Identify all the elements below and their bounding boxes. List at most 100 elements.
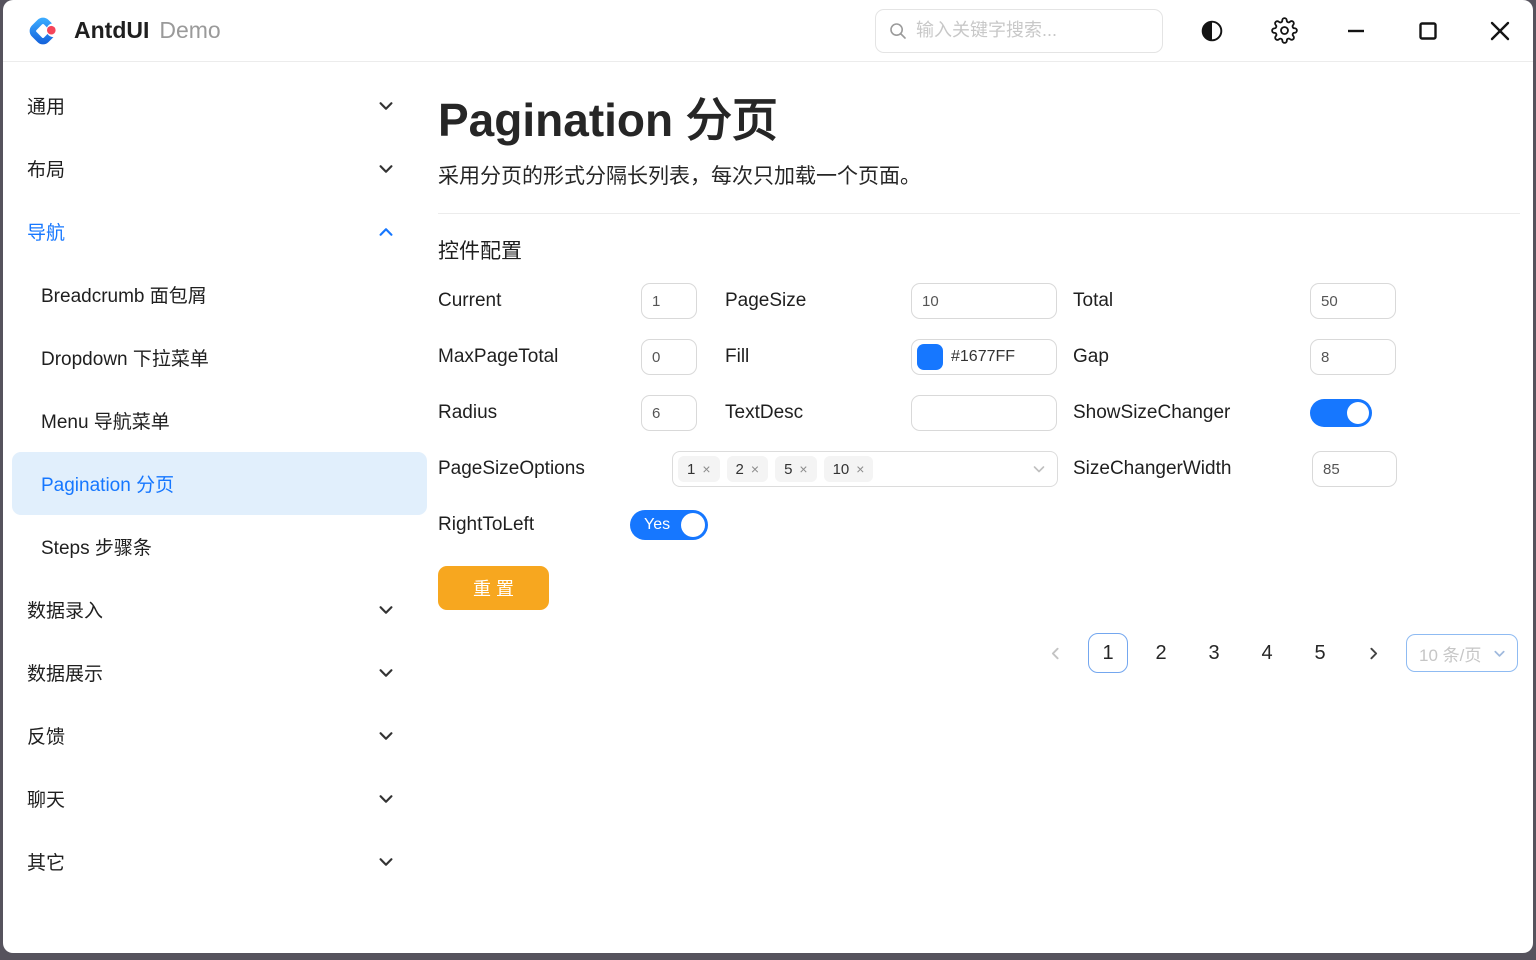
- page-size-select[interactable]: 10 条/页: [1406, 634, 1518, 672]
- total-input[interactable]: [1310, 283, 1396, 319]
- sidebar-item-steps[interactable]: Steps 步骤条: [12, 515, 427, 578]
- page-button-1[interactable]: 1: [1088, 633, 1128, 673]
- chevron-down-icon: [1031, 461, 1047, 477]
- sidebar-item-breadcrumb[interactable]: Breadcrumb 面包屑: [12, 263, 427, 326]
- radius-label: Radius: [438, 402, 641, 424]
- textdesc-input[interactable]: [911, 395, 1057, 431]
- minimize-button[interactable]: [1324, 7, 1388, 55]
- tag-remove-icon[interactable]: ×: [702, 461, 710, 477]
- sidebar-group-label: 通用: [27, 92, 65, 119]
- sidebar-item-pagination[interactable]: Pagination 分页: [12, 452, 427, 515]
- chevron-down-icon: [377, 160, 395, 178]
- page-button-3[interactable]: 3: [1194, 633, 1234, 673]
- sidebar-item-label: Pagination 分页: [41, 470, 174, 497]
- radius-input[interactable]: [641, 395, 697, 431]
- fill-label: Fill: [725, 346, 911, 368]
- reset-button[interactable]: 重 置: [438, 566, 549, 610]
- pagesize-input[interactable]: [911, 283, 1057, 319]
- toggle-state-text: Yes: [644, 516, 670, 534]
- close-button[interactable]: [1468, 7, 1532, 55]
- theme-toggle-button[interactable]: [1180, 7, 1244, 55]
- chevron-up-icon: [377, 223, 395, 241]
- total-label: Total: [1073, 290, 1310, 312]
- tag-label: 1: [687, 461, 695, 478]
- app-window: AntdUI Demo: [3, 0, 1533, 953]
- sidebar-item-label: Menu 导航菜单: [41, 407, 170, 434]
- current-input[interactable]: [641, 283, 697, 319]
- gap-input[interactable]: [1310, 339, 1396, 375]
- sidebar-group-label: 反馈: [27, 722, 65, 749]
- maxpagetotal-label: MaxPageTotal: [438, 346, 641, 368]
- pagesize-option-tag[interactable]: 10 ×: [824, 456, 874, 482]
- page-size-value: 10 条/页: [1419, 641, 1481, 666]
- sidebar-group-chat[interactable]: 聊天: [3, 767, 429, 830]
- maximize-icon: [1418, 21, 1438, 41]
- tag-remove-icon[interactable]: ×: [799, 461, 807, 477]
- toggle-knob: [681, 513, 705, 537]
- sidebar-group-data-entry[interactable]: 数据录入: [3, 578, 429, 641]
- tag-remove-icon[interactable]: ×: [856, 461, 864, 477]
- config-row: RightToLeft Yes: [438, 497, 1520, 553]
- sidebar-group-label: 其它: [27, 848, 65, 875]
- sidebar-group-label: 聊天: [27, 785, 65, 812]
- fill-color-field[interactable]: #1677FF: [911, 339, 1057, 375]
- sidebar-group-navigation[interactable]: 导航: [3, 200, 429, 263]
- sidebar-group-label: 布局: [27, 155, 65, 182]
- maxpagetotal-input[interactable]: [641, 339, 697, 375]
- config-row: MaxPageTotal Fill #1677FF Gap: [438, 329, 1520, 385]
- chevron-down-icon: [1492, 646, 1507, 661]
- page-button-5[interactable]: 5: [1300, 633, 1340, 673]
- search-input[interactable]: [916, 20, 1150, 41]
- tag-label: 2: [736, 461, 744, 478]
- sidebar-group-feedback[interactable]: 反馈: [3, 704, 429, 767]
- gear-icon: [1271, 17, 1298, 44]
- sidebar-group-data-display[interactable]: 数据展示: [3, 641, 429, 704]
- sizechangerwidth-input[interactable]: [1312, 451, 1397, 487]
- config-row: PageSizeOptions 1 × 2 × 5 ×: [438, 441, 1520, 497]
- chevron-down-icon: [377, 727, 395, 745]
- config-row: Radius TextDesc ShowSizeChanger: [438, 385, 1520, 441]
- sidebar-group-other[interactable]: 其它: [3, 830, 429, 893]
- search-box[interactable]: [875, 9, 1163, 53]
- page-button-4[interactable]: 4: [1247, 633, 1287, 673]
- app-logo-icon: [25, 13, 61, 49]
- sidebar-item-label: Breadcrumb 面包屑: [41, 281, 207, 308]
- sidebar-item-label: Steps 步骤条: [41, 533, 152, 560]
- current-label: Current: [438, 290, 641, 312]
- config-row: Current PageSize Total: [438, 273, 1520, 329]
- sidebar-group-label: 数据录入: [27, 596, 103, 623]
- tag-remove-icon[interactable]: ×: [751, 461, 759, 477]
- sidebar-item-menu[interactable]: Menu 导航菜单: [12, 389, 427, 452]
- sidebar-group-general[interactable]: 通用: [3, 74, 429, 137]
- sidebar-item-label: Dropdown 下拉菜单: [41, 344, 209, 371]
- page-title: Pagination 分页: [438, 84, 1520, 150]
- pagesize-option-tag[interactable]: 1 ×: [678, 456, 720, 482]
- settings-button[interactable]: [1252, 7, 1316, 55]
- textdesc-label: TextDesc: [725, 402, 911, 424]
- config-panel: Current PageSize Total MaxPageTotal Fill…: [438, 273, 1520, 553]
- chevron-down-icon: [377, 790, 395, 808]
- app-subtitle: Demo: [159, 17, 220, 44]
- maximize-button[interactable]: [1396, 7, 1460, 55]
- color-swatch: [917, 344, 943, 370]
- sidebar-group-layout[interactable]: 布局: [3, 137, 429, 200]
- sidebar-item-dropdown[interactable]: Dropdown 下拉菜单: [12, 326, 427, 389]
- pagesize-label: PageSize: [725, 290, 911, 312]
- tag-label: 5: [784, 461, 792, 478]
- next-page-button[interactable]: [1353, 633, 1393, 673]
- pagesizeoptions-select[interactable]: 1 × 2 × 5 × 10 ×: [672, 451, 1058, 487]
- prev-page-button[interactable]: [1035, 633, 1075, 673]
- gap-label: Gap: [1073, 346, 1310, 368]
- section-title: 控件配置: [438, 235, 1520, 265]
- sidebar: 通用 布局 导航 Breadcrumb 面包屑: [3, 62, 429, 953]
- showsizechanger-toggle[interactable]: [1310, 399, 1372, 427]
- chevron-left-icon: [1047, 645, 1064, 662]
- minimize-icon: [1346, 21, 1366, 41]
- tag-label: 10: [833, 461, 850, 478]
- chevron-right-icon: [1365, 645, 1382, 662]
- pagesize-option-tag[interactable]: 5 ×: [775, 456, 817, 482]
- righttoleft-toggle[interactable]: Yes: [630, 510, 708, 540]
- pagesize-option-tag[interactable]: 2 ×: [727, 456, 769, 482]
- app-name: AntdUI: [74, 17, 149, 44]
- page-button-2[interactable]: 2: [1141, 633, 1181, 673]
